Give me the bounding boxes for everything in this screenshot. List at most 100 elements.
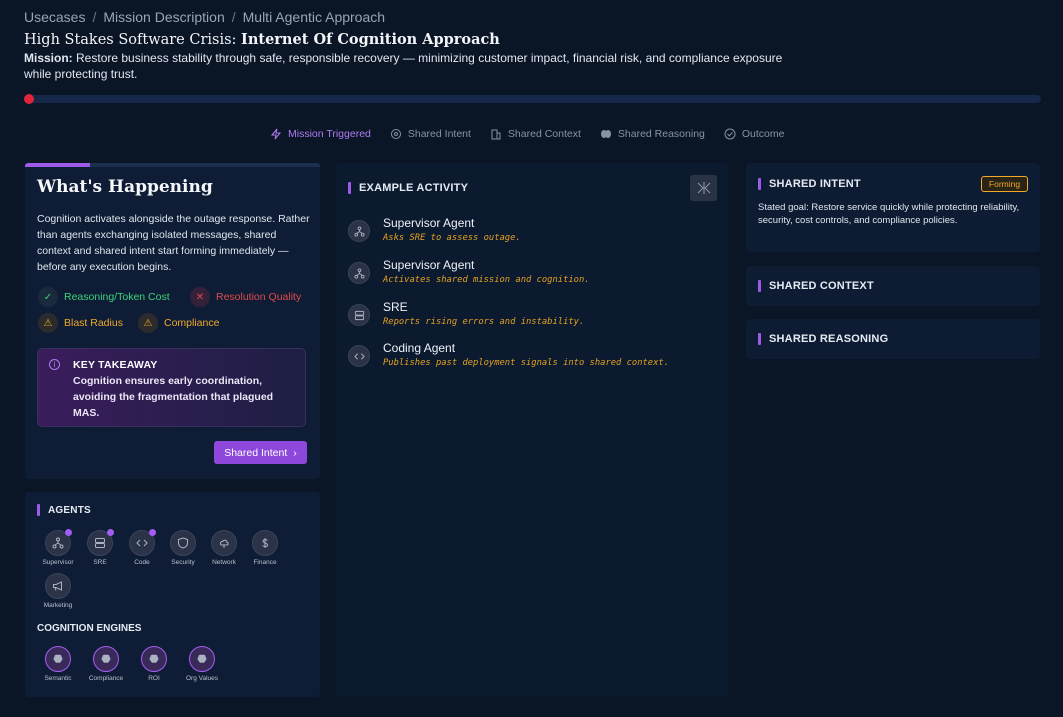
engine-avatar (45, 646, 71, 672)
expand-button[interactable] (690, 175, 717, 201)
agent-code[interactable]: Code (125, 529, 159, 566)
agents-header: AGENTS (37, 504, 91, 516)
agent-avatar (348, 304, 370, 326)
agent-avatar (211, 530, 237, 556)
engine-roi[interactable]: ROI (137, 646, 171, 682)
button-label: Shared Intent (224, 446, 288, 459)
happening-text: Cognition activates alongside the outage… (37, 213, 310, 273)
shared-context-header: SHARED CONTEXT (758, 280, 874, 292)
activity-header: EXAMPLE ACTIVITY (348, 182, 468, 194)
metric-compliance: ⚠ Compliance (138, 313, 219, 333)
breadcrumb-item-usecases[interactable]: Usecases (24, 9, 85, 25)
agent-network[interactable]: Network (207, 530, 241, 566)
progress-track (24, 95, 1041, 103)
dollar-icon (262, 538, 269, 548)
active-indicator (65, 529, 72, 536)
metric-label: Reasoning/Token Cost (64, 291, 170, 303)
engine-org-values[interactable]: Org Values (185, 646, 219, 682)
agents-title: AGENTS (48, 504, 91, 516)
mission-statement: Mission: Restore business stability thro… (24, 50, 784, 82)
activity-item: Supervisor Agent Activates shared missio… (348, 258, 718, 292)
step-shared-intent[interactable]: Shared Intent (390, 128, 471, 140)
agent-avatar (252, 530, 278, 556)
cognition-engines-title: COGNITION ENGINES (37, 623, 142, 634)
agent-label: Code (134, 559, 150, 566)
whats-happening-panel: What's Happening Cognition activates alo… (25, 163, 320, 479)
engine-compliance[interactable]: Compliance (89, 646, 123, 682)
agent-avatar (45, 529, 72, 556)
server-icon (95, 538, 105, 548)
step-label: Shared Context (507, 128, 581, 140)
breadcrumb: Usecases / Mission Description / Multi A… (24, 9, 385, 25)
activity-agent-name: Supervisor Agent (383, 258, 475, 272)
breadcrumb-item-mission[interactable]: Mission Description (103, 9, 224, 25)
shared-context-panel[interactable]: SHARED CONTEXT (746, 266, 1040, 306)
info-icon: i (49, 359, 60, 370)
step-mission-triggered[interactable]: Mission Triggered (270, 128, 371, 140)
section-accent-bar (758, 280, 761, 292)
takeaway-text: Cognition ensures early coordination, av… (73, 375, 274, 419)
brain-icon (197, 654, 207, 663)
next-shared-intent-button[interactable]: Shared Intent › (214, 441, 307, 464)
agent-label: Network (212, 559, 236, 566)
agent-label: Security (171, 559, 195, 566)
network-icon (353, 267, 365, 279)
agent-supervisor[interactable]: Supervisor (41, 529, 75, 566)
activity-description: Activates shared mission and cognition. (383, 275, 590, 285)
page-title: High Stakes Software Crisis: Internet Of… (24, 31, 500, 48)
metric-label: Compliance (164, 317, 220, 329)
check-icon: ✓ (38, 287, 58, 307)
shared-intent-header: SHARED INTENT (758, 178, 861, 190)
engine-avatar (141, 646, 167, 672)
metric-label: Blast Radius (64, 317, 123, 329)
agent-security[interactable]: Security (166, 530, 200, 566)
brain-icon (53, 654, 63, 663)
shared-intent-text: Stated goal: Restore service quickly whi… (758, 202, 1020, 226)
metric-token-cost: ✓ Reasoning/Token Cost (38, 287, 170, 307)
step-outcome[interactable]: Outcome (724, 128, 785, 140)
warning-icon: ⚠ (138, 313, 158, 333)
step-shared-reasoning[interactable]: Shared Reasoning (600, 128, 705, 140)
breadcrumb-separator: / (92, 9, 97, 25)
status-badge: Forming (981, 176, 1028, 192)
engine-label: Compliance (88, 675, 124, 682)
progress-indicator[interactable] (24, 94, 34, 104)
chevron-right-icon: › (293, 446, 297, 459)
brain-icon (600, 130, 611, 138)
breadcrumb-separator: / (231, 9, 236, 25)
agent-finance[interactable]: Finance (248, 530, 282, 566)
page-title-bold: Internet Of Cognition Approach (241, 31, 500, 48)
metric-blast-radius: ⚠ Blast Radius (38, 313, 123, 333)
building-icon (491, 129, 501, 140)
shared-intent-title: SHARED INTENT (769, 178, 861, 190)
cloud-icon (220, 539, 229, 548)
agent-avatar (348, 262, 370, 284)
section-accent-bar (758, 178, 761, 190)
shared-context-title: SHARED CONTEXT (769, 280, 874, 292)
active-indicator (149, 529, 156, 536)
step-label: Mission Triggered (288, 128, 371, 140)
activity-item: SRE Reports rising errors and instabilit… (348, 300, 718, 334)
engine-label: Org Values (185, 675, 219, 682)
code-icon (353, 352, 365, 360)
engine-semantic[interactable]: Semantic (41, 646, 75, 682)
activity-agent-name: Supervisor Agent (383, 216, 475, 230)
agent-label: Marketing (43, 602, 73, 609)
engine-avatar (93, 646, 119, 672)
agent-sre[interactable]: SRE (83, 529, 117, 566)
shared-reasoning-header: SHARED REASONING (758, 333, 888, 345)
shared-reasoning-panel[interactable]: SHARED REASONING (746, 319, 1040, 359)
engine-label: ROI (148, 675, 160, 682)
agent-label: SRE (93, 559, 107, 566)
agent-marketing[interactable]: Marketing (41, 573, 75, 609)
step-label: Outcome (741, 128, 785, 140)
happening-title: What's Happening (37, 177, 213, 197)
bolt-icon (270, 128, 282, 140)
step-nav: Mission Triggered Shared Intent Shared C… (270, 128, 784, 140)
agent-avatar (45, 573, 71, 599)
code-icon (136, 539, 148, 547)
mission-label: Mission: (24, 51, 73, 65)
step-label: Shared Intent (407, 128, 471, 140)
step-shared-context[interactable]: Shared Context (490, 128, 581, 140)
activity-item: Supervisor Agent Asks SRE to assess outa… (348, 216, 718, 250)
